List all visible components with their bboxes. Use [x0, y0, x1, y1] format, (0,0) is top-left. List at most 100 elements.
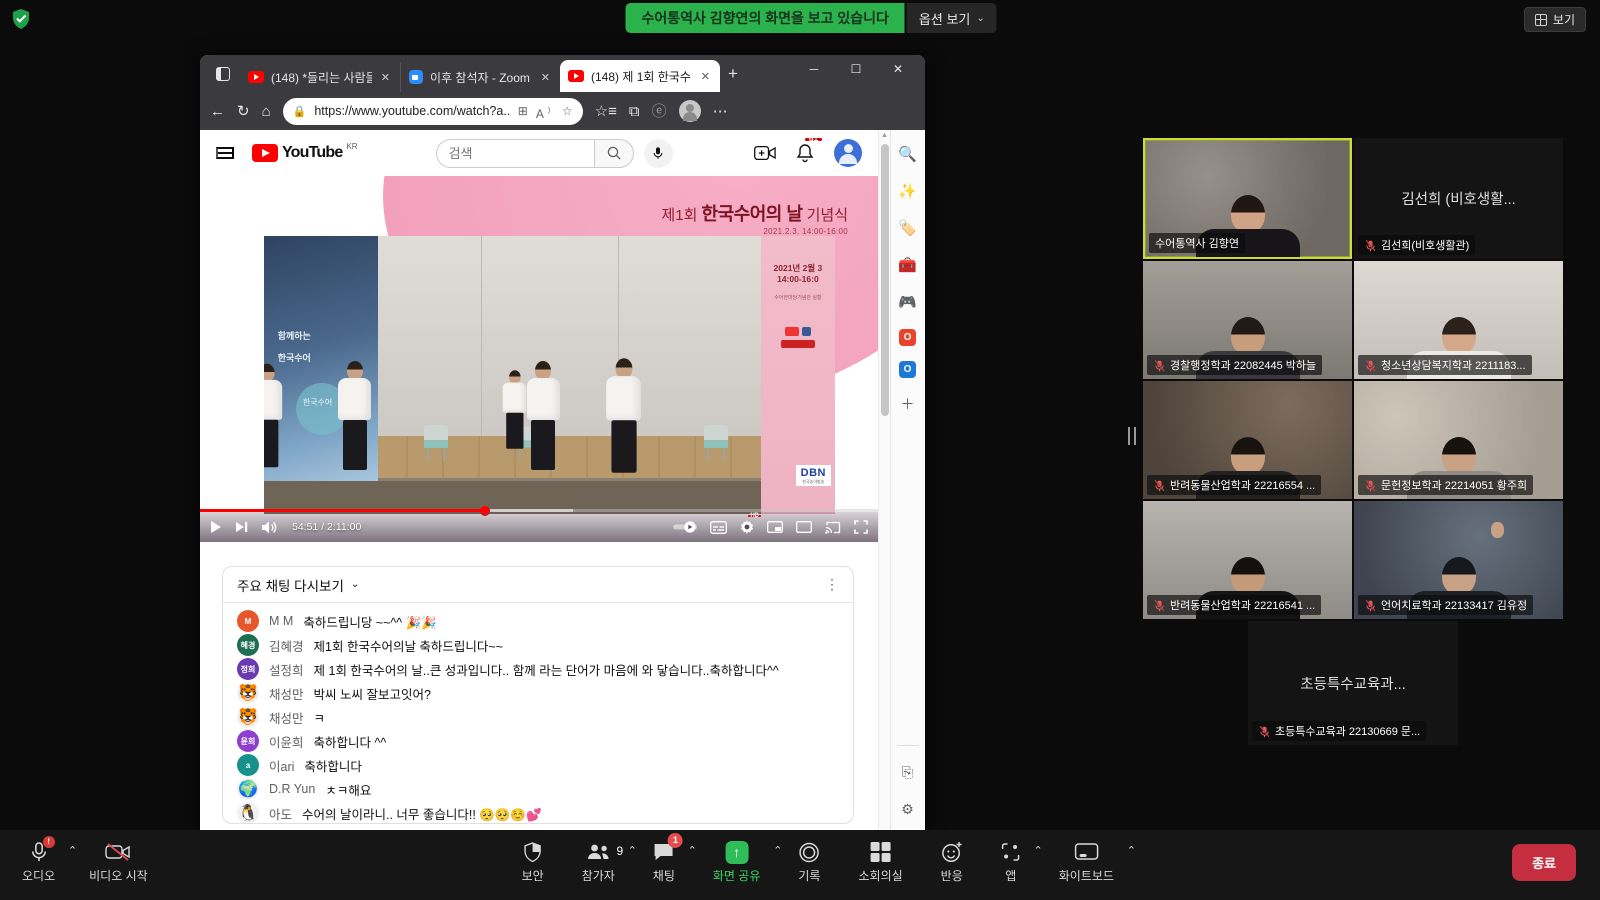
whiteboard-caret-icon[interactable]: ⌃ [1127, 844, 1136, 857]
sidebar-search-icon[interactable]: 🔍 [897, 144, 919, 166]
subtitles-icon[interactable] [710, 521, 727, 534]
share-caret-icon[interactable]: ⌃ [773, 844, 782, 857]
settings-gear-icon[interactable]: HD [740, 520, 754, 534]
participant-tile[interactable]: 김선희 (비호생활... 김선희(비호생활관) [1354, 138, 1563, 259]
tab-zoom[interactable]: 이후 참석자 - Zoom ✕ [400, 62, 560, 92]
chat-message: 🐧 아도 수어의 날이라니.. 너무 좋습니다!! 🥺🥺☺️💕 [223, 801, 853, 824]
audio-warning-badge: ! [43, 836, 55, 848]
chat-caret-icon[interactable]: ⌃ [688, 844, 697, 857]
refresh-icon[interactable]: ↻ [237, 104, 250, 119]
reactions-button[interactable]: 반응 [941, 840, 963, 884]
minimize-button[interactable]: ─ [793, 55, 835, 83]
split-screen-icon[interactable]: ⊞ [518, 104, 528, 118]
add-favorite-icon[interactable]: ☆ [562, 104, 573, 118]
end-meeting-button[interactable]: 종료 [1512, 844, 1576, 881]
participant-tile[interactable]: 청소년상담복지학과 2211183... [1354, 261, 1563, 379]
participants-caret-icon[interactable]: ⌃ [628, 844, 637, 857]
video-panel-drag-handle[interactable] [1128, 427, 1136, 445]
chevron-down-icon: ⌄ [351, 579, 359, 590]
hamburger-menu-icon[interactable] [216, 147, 234, 159]
tab-close-icon[interactable]: ✕ [699, 70, 712, 83]
chat-message: M M M 축하드립니당 ~~^^ 🎉🎉 [223, 609, 853, 633]
sidebar-panel-icon[interactable]: ⎘ [897, 761, 919, 783]
voice-search-icon[interactable] [644, 139, 673, 168]
sidebar-games-icon[interactable]: 🎮 [897, 292, 919, 314]
participant-tile[interactable]: 초등특수교육과... 초등특수교육과 22130669 문... [1248, 621, 1458, 745]
sidebar-outlook-icon[interactable]: O [899, 361, 916, 378]
read-aloud-icon[interactable]: A﹚ [536, 101, 554, 121]
chat-message-list[interactable]: M M M 축하드립니당 ~~^^ 🎉🎉 혜경 김혜경 제1회 한국수어의날 축… [223, 603, 853, 824]
miniplayer-icon[interactable] [767, 521, 783, 533]
create-video-icon[interactable] [754, 145, 776, 161]
scroll-up-arrow-icon[interactable]: ▲ [881, 132, 888, 139]
participants-button[interactable]: 9 참가자 ⌃ [582, 840, 615, 884]
fullscreen-icon[interactable] [854, 520, 868, 534]
chat-replay-header[interactable]: 주요 채팅 다시보기 ⌄ ⋮ [223, 567, 853, 603]
close-button[interactable]: ✕ [877, 55, 919, 83]
search-button[interactable] [594, 139, 634, 168]
autoplay-toggle[interactable] [673, 521, 697, 533]
page-scrollbar[interactable]: ▲ [878, 130, 890, 830]
profile-avatar[interactable] [679, 100, 701, 122]
back-icon[interactable]: ← [210, 104, 225, 119]
chat-button[interactable]: 1 채팅 ⌃ [653, 840, 675, 884]
volume-icon[interactable] [262, 521, 278, 534]
whiteboard-button[interactable]: 화이트보드 ⌃ [1059, 840, 1114, 884]
search-input[interactable] [449, 146, 582, 161]
apps-caret-icon[interactable]: ⌃ [1034, 844, 1043, 857]
sidebar-settings-gear-icon[interactable]: ⚙ [897, 798, 919, 820]
tab-actions-icon[interactable] [210, 61, 236, 87]
sidebar-shopping-tag-icon[interactable]: 🏷️ [897, 218, 919, 240]
play-icon[interactable] [210, 520, 222, 534]
chat-menu-kebab-icon[interactable]: ⋮ [825, 576, 839, 593]
avatar: a [237, 754, 259, 776]
audio-caret-icon[interactable]: ⌃ [68, 844, 77, 857]
lock-icon: 🔒 [293, 105, 307, 118]
settings-menu-icon[interactable]: ⋯ [713, 104, 728, 119]
participant-tile[interactable]: 반려동물산업학과 22216541 ... [1143, 501, 1352, 619]
apps-button[interactable]: 앱 ⌃ [1001, 840, 1021, 884]
participant-tile[interactable]: 경찰행정학과 22082445 박하늘 [1143, 261, 1352, 379]
address-bar[interactable]: 🔒 https://www.youtube.com/watch?a... ⊞ A… [283, 98, 583, 125]
url-text[interactable]: https://www.youtube.com/watch?a... [314, 104, 509, 118]
participant-name: 경찰행정학과 22082445 박하늘 [1170, 357, 1316, 373]
record-button[interactable]: 기록 [798, 840, 820, 884]
collections-icon[interactable]: ⧉ [629, 104, 640, 119]
participant-tile-interpreter[interactable]: 수어통역사 김향연 [1143, 138, 1352, 259]
meeting-security-shield-icon[interactable] [10, 8, 32, 30]
participant-tile[interactable]: 언어치료학과 22133417 김유정 [1354, 501, 1563, 619]
avatar: 🐧 [237, 802, 259, 824]
audio-button[interactable]: ! 오디오 ⌃ [22, 840, 55, 884]
view-options-button[interactable]: 옵션 보기 ⌄ [907, 3, 997, 33]
breakout-rooms-button[interactable]: 소회의실 [858, 840, 902, 884]
view-button[interactable]: 보기 [1524, 7, 1586, 32]
home-icon[interactable]: ⌂ [262, 104, 271, 119]
scrollbar-thumb[interactable] [881, 144, 889, 416]
cast-icon[interactable] [825, 521, 841, 534]
share-screen-button[interactable]: ↑ 화면 공유 ⌃ [713, 840, 761, 884]
chat-message: a 이ari 축하합니다 [223, 753, 853, 777]
participant-tile[interactable]: 문헌정보학과 22214051 황주희 [1354, 381, 1563, 499]
participant-tile[interactable]: 반려동물산업학과 22216554 ... [1143, 381, 1352, 499]
sidebar-tools-icon[interactable]: 🧰 [897, 255, 919, 277]
browser-essentials-icon[interactable]: ⓔ [652, 104, 667, 119]
theater-mode-icon[interactable] [796, 521, 812, 533]
tab-youtube-2-active[interactable]: (148) 제 1회 한국수 ✕ [560, 60, 720, 92]
security-button[interactable]: 보안 [522, 840, 544, 884]
favorites-icon[interactable]: ☆≡ [595, 104, 617, 119]
next-icon[interactable] [236, 521, 248, 533]
notifications-bell-icon[interactable]: 9+ [796, 143, 814, 163]
start-video-button[interactable]: 비디오 시작 [89, 840, 148, 884]
tab-close-icon[interactable]: ✕ [379, 71, 392, 84]
youtube-logo[interactable]: YouTube KR [252, 144, 358, 162]
zoom-toolbar: ! 오디오 ⌃ 비디오 시작 보안 [0, 830, 1600, 900]
sidebar-office-icon[interactable]: O [899, 329, 916, 346]
tab-youtube-1[interactable]: (148) *들리는 사람들 ✕ [240, 62, 400, 92]
tab-close-icon[interactable]: ✕ [539, 71, 552, 84]
sidebar-add-icon[interactable]: ＋ [897, 393, 919, 415]
video-player[interactable]: 제1회 한국수어의 날 기념식 2021.2.3. 14:00-16:00 함께… [200, 176, 878, 542]
youtube-avatar[interactable] [834, 139, 862, 167]
new-tab-button[interactable]: + [728, 64, 738, 84]
sidebar-copilot-icon[interactable]: ✨ [897, 181, 919, 203]
maximize-button[interactable]: ☐ [835, 55, 877, 83]
